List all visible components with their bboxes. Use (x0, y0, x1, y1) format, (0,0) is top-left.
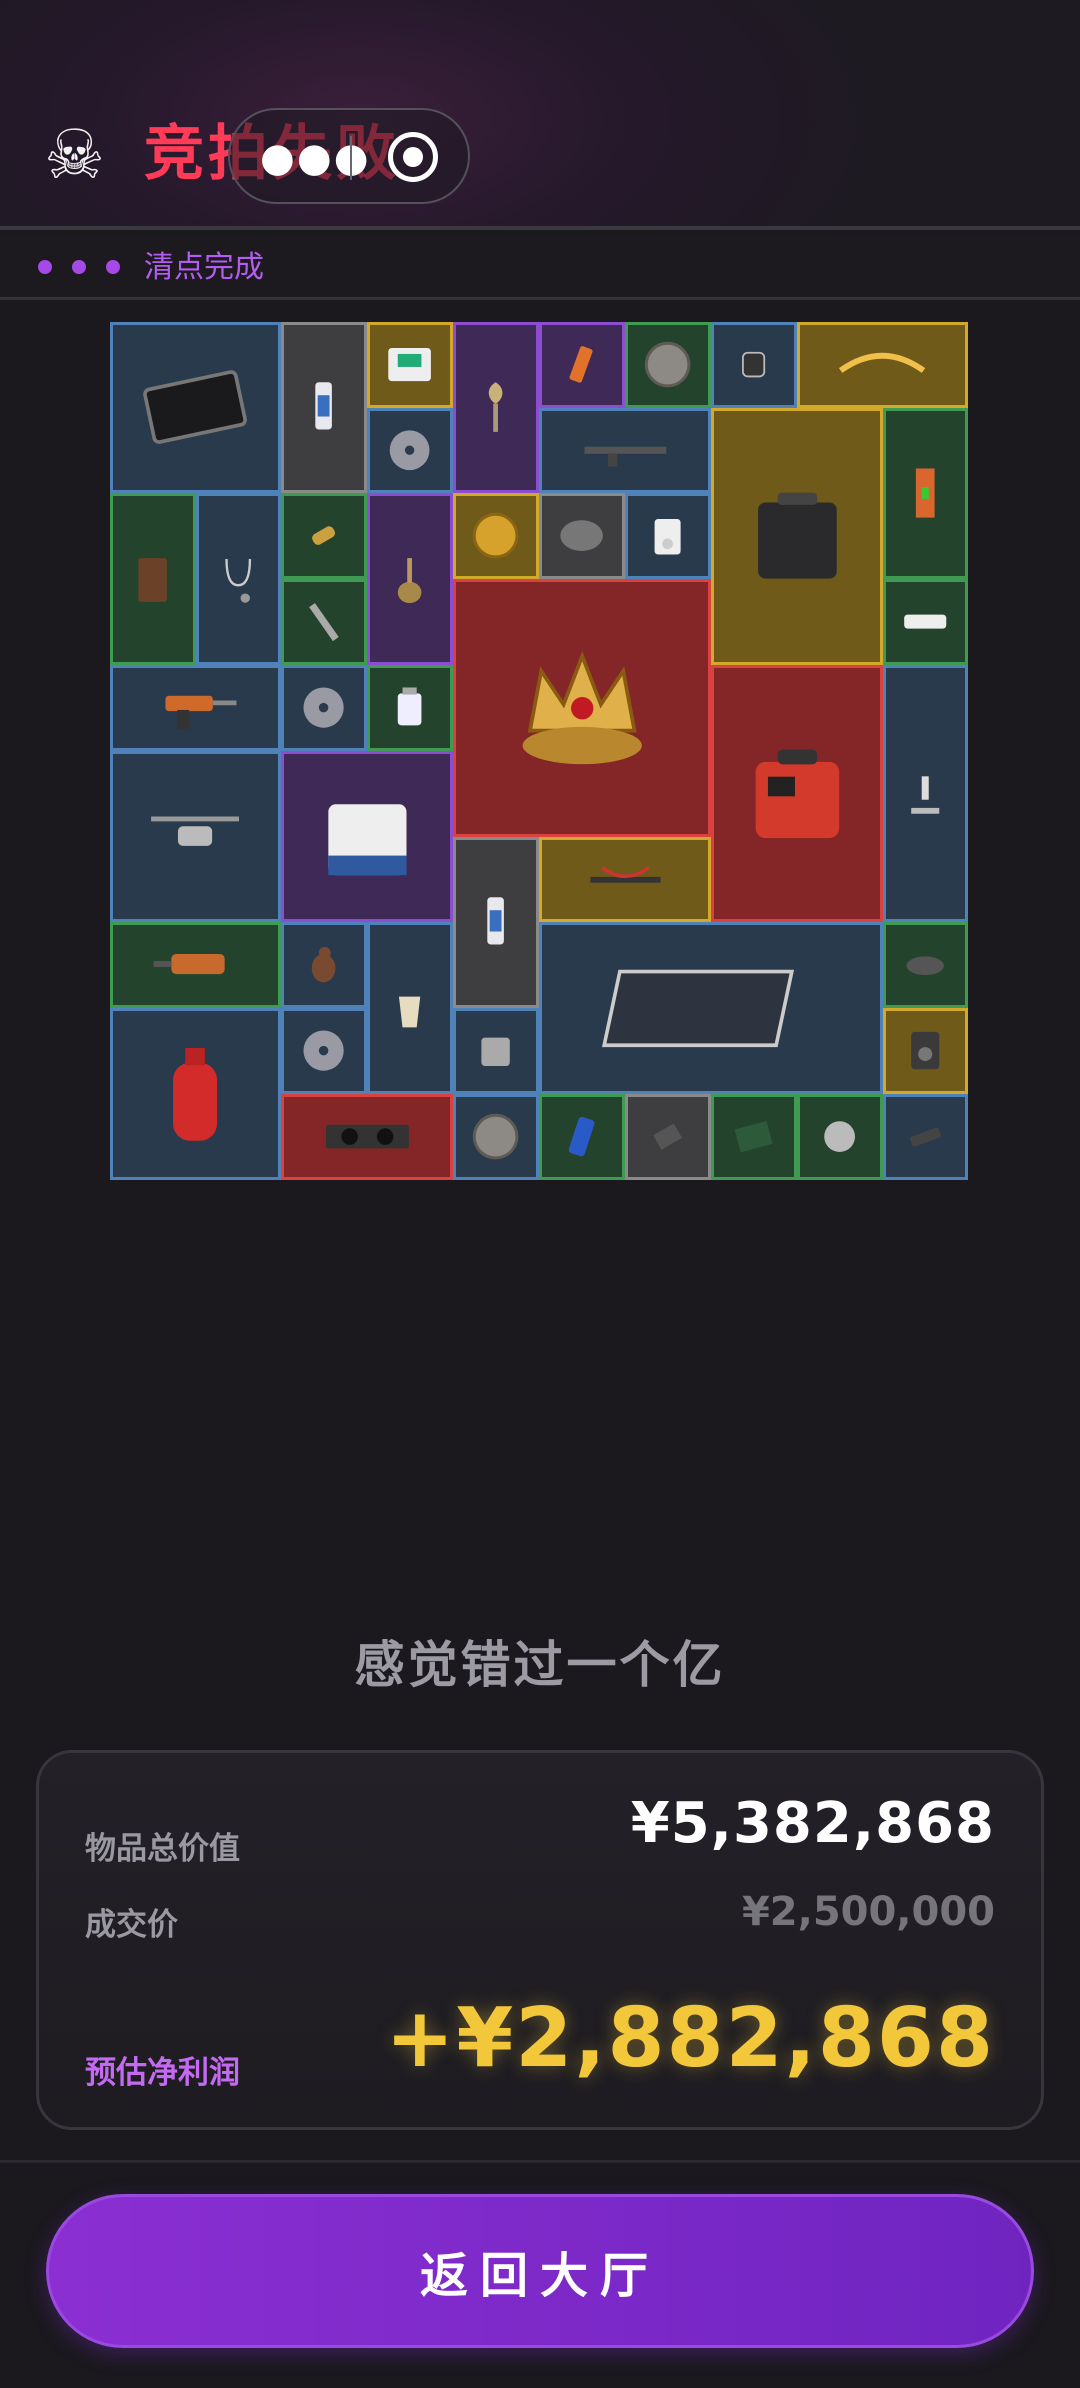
circuit-board-icon[interactable] (711, 1094, 797, 1180)
profit-label: 预估净利润 (85, 2055, 240, 2091)
music-player-icon[interactable] (625, 493, 711, 579)
cd-disc-icon[interactable] (367, 408, 453, 493)
microscope-icon[interactable] (883, 665, 968, 922)
toothpaste-icon[interactable] (281, 322, 367, 493)
price-label: 成交价 (85, 1907, 178, 1943)
header-bar: ☠ 竞拍失败 ●●● (0, 0, 1080, 230)
power-drill-icon[interactable] (110, 665, 281, 751)
gold-medallion-icon[interactable] (453, 493, 539, 579)
level-tool-icon[interactable] (883, 408, 968, 579)
inventory-grid (110, 322, 968, 1180)
caption-text: 感觉错过一个亿 (354, 1636, 726, 1694)
usb-drive-icon[interactable] (883, 1094, 968, 1180)
laurel-wreath-icon[interactable] (797, 322, 968, 408)
crossbow-icon[interactable] (539, 837, 711, 922)
gas-cylinder-icon[interactable] (110, 1008, 281, 1180)
total-value-label: 物品总价值 (85, 1831, 240, 1867)
rifle-icon[interactable] (539, 408, 711, 493)
tablet-icon[interactable] (110, 322, 281, 493)
toothpaste-icon[interactable] (453, 837, 539, 1008)
return-lobby-button[interactable]: 返回大厅 (46, 2194, 1034, 2348)
graphics-card-icon[interactable] (281, 1094, 453, 1180)
tape-roll-icon[interactable] (539, 493, 625, 579)
medicine-bottle-icon[interactable] (367, 665, 453, 751)
more-dots-icon[interactable]: ●●● (260, 138, 371, 178)
metal-part-icon[interactable] (625, 1094, 711, 1180)
smartwatch-icon[interactable] (711, 322, 797, 408)
status-dot (72, 260, 86, 274)
torch-trophy-icon[interactable] (453, 322, 539, 493)
price-value: ¥2,500,000 (741, 1889, 995, 1935)
skull-icon: ☠ (44, 116, 105, 195)
coin-icon[interactable] (625, 322, 711, 408)
drone-icon[interactable] (110, 751, 281, 922)
red-generator-icon[interactable] (711, 665, 883, 922)
bottom-divider (0, 2160, 1080, 2163)
total-value: ¥5,382,868 (630, 1791, 995, 1856)
mini-program-capsule: ●●● (228, 108, 470, 204)
summary-panel: 物品总价值 ¥5,382,868 成交价 ¥2,500,000 预估净利润 +¥… (36, 1750, 1044, 2130)
stethoscope-icon[interactable] (196, 493, 281, 665)
jewel-crown-icon[interactable] (453, 579, 711, 837)
multimeter-icon[interactable] (883, 1008, 968, 1094)
lipstick-icon[interactable] (539, 322, 625, 408)
coffee-bag-icon[interactable] (110, 493, 196, 665)
speaker-horn-icon[interactable] (797, 1094, 883, 1180)
status-dot (38, 260, 52, 274)
hookah-icon[interactable] (367, 493, 453, 665)
eye-goggles-icon[interactable] (883, 922, 968, 1008)
cd-disc-icon[interactable] (281, 1008, 367, 1094)
status-dot (106, 260, 120, 274)
solar-panel-icon[interactable] (539, 922, 883, 1094)
profit-value: +¥2,882,868 (385, 1991, 995, 2086)
power-strip-icon[interactable] (883, 579, 968, 665)
moka-pot-icon[interactable] (367, 922, 453, 1094)
rotary-hammer-icon[interactable] (110, 922, 281, 1008)
battery-block-icon[interactable] (453, 1008, 539, 1094)
target-close-icon[interactable] (388, 132, 438, 182)
capsule-divider (350, 136, 352, 180)
drink-can-icon[interactable] (539, 1094, 625, 1180)
lab-shaker-icon[interactable] (281, 751, 453, 922)
bird-figurine-icon[interactable] (281, 922, 367, 1008)
status-text: 清点完成 (144, 250, 264, 285)
smart-panel-icon[interactable] (367, 322, 453, 408)
cd-disc-icon[interactable] (281, 665, 367, 751)
status-bar: 清点完成 (0, 234, 1080, 300)
wrench-icon[interactable] (281, 579, 367, 665)
coin-icon[interactable] (453, 1094, 539, 1180)
bullet-icon[interactable] (281, 493, 367, 579)
power-station-icon[interactable] (711, 408, 883, 665)
